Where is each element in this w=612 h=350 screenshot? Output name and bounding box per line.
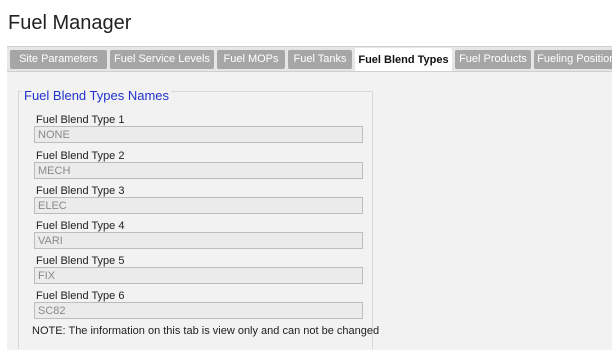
fuel-manager-page: Fuel Manager Site Parameters Fuel Servic… — [0, 0, 612, 350]
blend-type-2-field[interactable] — [34, 162, 363, 179]
field-label-blend-type-1: Fuel Blend Type 1 — [36, 114, 125, 126]
blend-type-6-field[interactable] — [34, 302, 363, 319]
blend-type-1-field[interactable] — [34, 126, 363, 143]
field-label-blend-type-4: Fuel Blend Type 4 — [36, 220, 125, 232]
view-only-note: NOTE: The information on this tab is vie… — [32, 325, 380, 337]
section-title: Fuel Blend Types Names — [22, 88, 171, 103]
field-label-blend-type-6: Fuel Blend Type 6 — [36, 290, 125, 302]
tab-fuel-products[interactable]: Fuel Products — [455, 50, 531, 69]
field-label-blend-type-2: Fuel Blend Type 2 — [36, 150, 125, 162]
tab-bar: Site Parameters Fuel Service Levels Fuel… — [7, 46, 612, 72]
tab-fuel-tanks[interactable]: Fuel Tanks — [288, 50, 352, 69]
blend-type-4-field[interactable] — [34, 232, 363, 249]
tab-fuel-service-levels[interactable]: Fuel Service Levels — [110, 50, 214, 69]
tab-fuel-mops[interactable]: Fuel MOPs — [217, 50, 285, 69]
tab-fueling-positions[interactable]: Fueling Positions — [534, 50, 612, 69]
tab-fuel-blend-types[interactable]: Fuel Blend Types — [355, 48, 452, 71]
field-label-blend-type-3: Fuel Blend Type 3 — [36, 185, 125, 197]
blend-type-3-field[interactable] — [34, 197, 363, 214]
field-label-blend-type-5: Fuel Blend Type 5 — [36, 255, 125, 267]
page-title: Fuel Manager — [8, 12, 132, 34]
blend-type-5-field[interactable] — [34, 267, 363, 284]
tab-site-parameters[interactable]: Site Parameters — [10, 50, 107, 69]
